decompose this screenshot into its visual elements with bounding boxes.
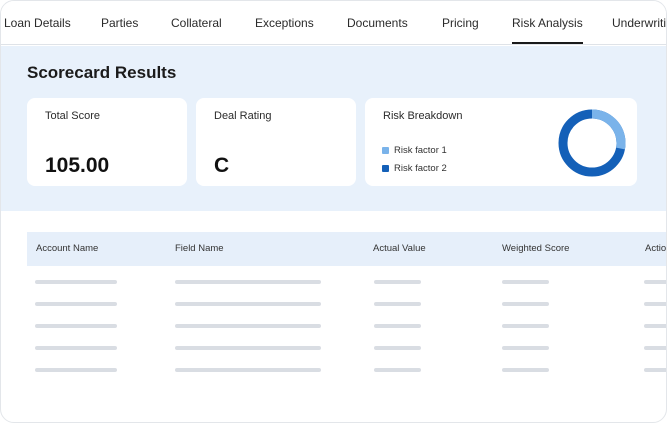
deal-rating-label: Deal Rating [214,110,272,122]
risk-breakdown-card: Risk Breakdown Risk factor 1 Risk factor… [365,98,637,186]
skeleton-cell [175,368,321,372]
skeleton-cell [35,280,117,284]
skeleton-cell [374,324,421,328]
skeleton-cell [644,346,666,350]
legend-swatch [382,165,389,172]
table-row [1,368,666,374]
table-row [1,280,666,286]
skeleton-cell [644,368,666,372]
skeleton-cell [35,346,117,350]
skeleton-cell [502,368,549,372]
skeleton-cell [502,346,549,350]
app-frame: Loan Details Parties Collateral Exceptio… [0,0,667,423]
legend-swatch [382,147,389,154]
skeleton-cell [502,324,549,328]
skeleton-cell [374,302,421,306]
legend-label: Risk factor 1 [394,145,447,156]
scorecard-section: Scorecard Results Total Score 105.00 Dea… [1,46,666,211]
tab-pricing[interactable]: Pricing [442,16,479,30]
tab-exceptions[interactable]: Exceptions [255,16,314,30]
column-header-weighted-score: Weighted Score [502,243,570,254]
total-score-value: 105.00 [45,154,110,177]
table-header: Account Name Field Name Actual Value Wei… [27,232,667,266]
skeleton-cell [175,302,321,306]
section-title: Scorecard Results [27,63,177,82]
table-body [1,266,666,386]
tab-risk-analysis[interactable]: Risk Analysis [512,16,583,44]
tab-collateral[interactable]: Collateral [171,16,222,30]
table-row [1,302,666,308]
skeleton-cell [374,346,421,350]
skeleton-cell [374,280,421,284]
column-header-actions: Actio [645,243,667,254]
skeleton-cell [502,280,549,284]
column-header-actual-value: Actual Value [373,243,426,254]
legend-item-risk-factor-1: Risk factor 1 [382,146,447,164]
table-row [1,346,666,352]
legend-label: Risk factor 2 [394,163,447,174]
skeleton-cell [175,346,321,350]
deal-rating-value: C [214,154,230,177]
skeleton-cell [644,324,666,328]
deal-rating-card: Deal Rating C [196,98,356,186]
skeleton-cell [502,302,549,306]
table-row [1,324,666,330]
risk-legend: Risk factor 1 Risk factor 2 [382,146,447,182]
risk-breakdown-label: Risk Breakdown [383,110,463,122]
tab-loan-details[interactable]: Loan Details [4,16,71,30]
total-score-label: Total Score [45,110,101,122]
tab-documents[interactable]: Documents [347,16,408,30]
skeleton-cell [644,280,666,284]
skeleton-cell [374,368,421,372]
skeleton-cell [35,302,117,306]
tab-bar: Loan Details Parties Collateral Exceptio… [1,1,666,45]
skeleton-cell [175,280,321,284]
risk-donut-chart [558,109,626,177]
skeleton-cell [175,324,321,328]
column-header-field-name: Field Name [175,243,224,254]
skeleton-cell [35,368,117,372]
legend-item-risk-factor-2: Risk factor 2 [382,164,447,182]
skeleton-cell [35,324,117,328]
total-score-card: Total Score 105.00 [27,98,187,186]
skeleton-cell [644,302,666,306]
tab-parties[interactable]: Parties [101,16,138,30]
tab-underwriting[interactable]: Underwriti [612,16,666,30]
column-header-account-name: Account Name [36,243,99,254]
